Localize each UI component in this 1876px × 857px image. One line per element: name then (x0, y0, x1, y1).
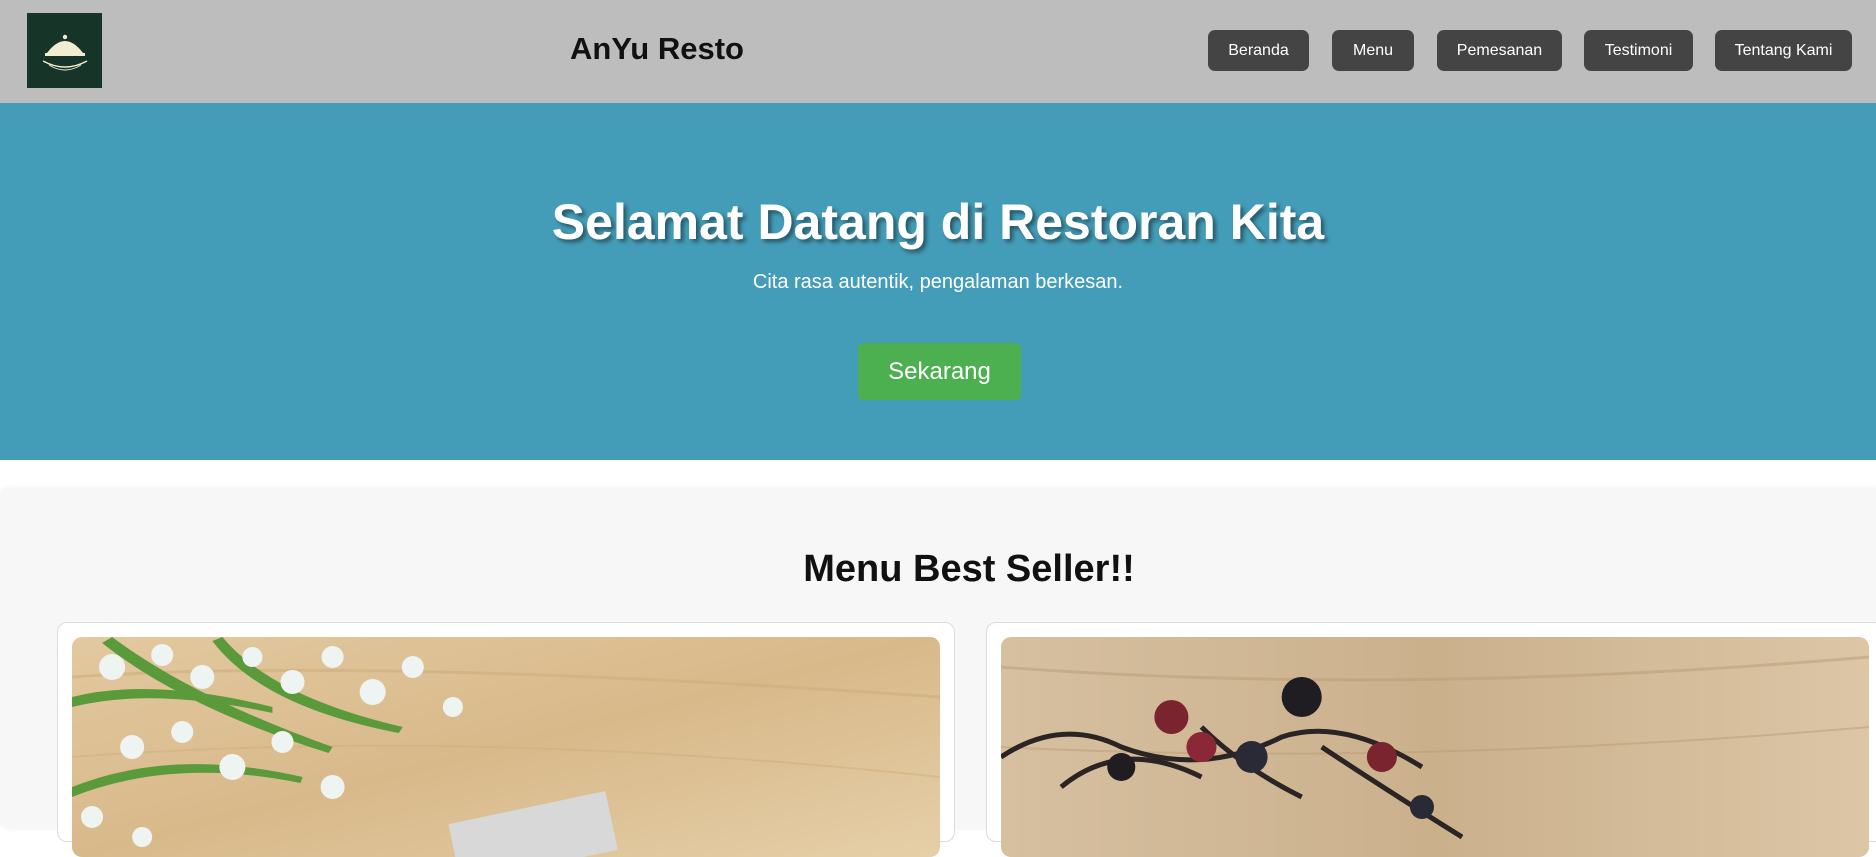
nav-testimoni-button[interactable]: Testimoni (1584, 30, 1693, 71)
hero-subtitle: Cita rasa autentik, pengalaman berkesan. (752, 271, 1124, 293)
menu-card[interactable] (57, 622, 955, 857)
best-seller-title: Menu Best Seller!! (803, 548, 1135, 590)
restaurant-logo[interactable] (27, 13, 102, 88)
menu-card[interactable] (986, 622, 1876, 857)
hero-banner: Selamat Datang di Restoran Kita Cita ras… (0, 103, 1876, 460)
nav-beranda-button[interactable]: Beranda (1208, 30, 1309, 71)
hero-title: Selamat Datang di Restoran Kita (551, 194, 1325, 250)
best-seller-section: Menu Best Seller!! (0, 488, 1876, 857)
cloche-logo-icon (42, 34, 87, 70)
menu-item-photo (72, 637, 940, 857)
menu-item-photo (1001, 637, 1869, 857)
nav-tentang-kami-button[interactable]: Tentang Kami (1715, 30, 1852, 71)
nav-pemesanan-button[interactable]: Pemesanan (1437, 30, 1562, 71)
site-header: AnYu Resto Beranda Menu Pemesanan Testim… (0, 0, 1876, 103)
brand-name: AnYu Resto (570, 31, 744, 66)
nav-menu-button[interactable]: Menu (1332, 30, 1414, 71)
hero-cta-button[interactable]: Sekarang (858, 343, 1021, 400)
